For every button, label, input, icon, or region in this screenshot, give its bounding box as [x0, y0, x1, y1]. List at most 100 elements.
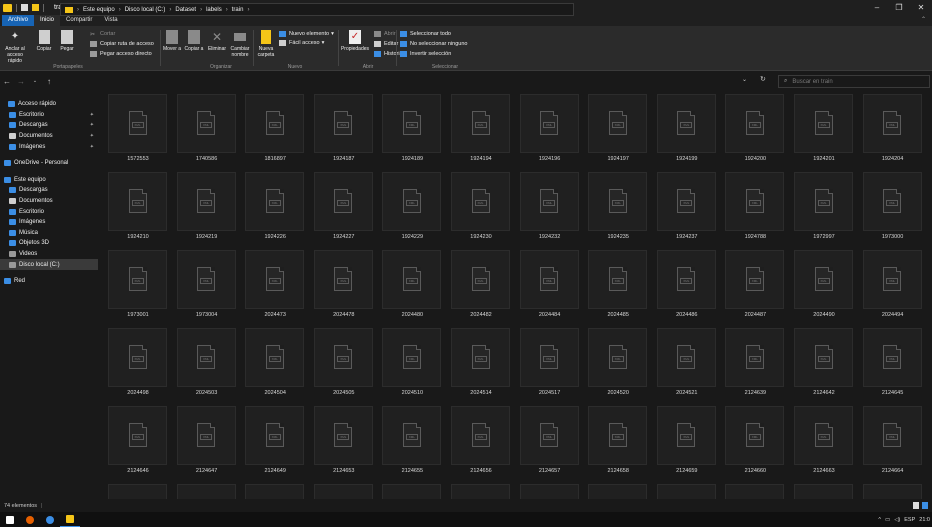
sidebar-item[interactable]: Imágenes — [0, 217, 98, 228]
file-item[interactable]: XML 2024490 — [789, 248, 853, 318]
rename-button[interactable]: Cambiar nombre — [228, 30, 252, 58]
file-item[interactable]: XML 2024504 — [240, 326, 305, 396]
network-icon[interactable]: ▭ — [885, 517, 890, 523]
file-item[interactable]: XML 1924232 — [515, 170, 579, 240]
file-item[interactable]: XML 2024494 — [858, 248, 922, 318]
sidebar-item[interactable]: Este equipo — [0, 175, 98, 186]
file-item[interactable]: XML 1924189 — [377, 92, 442, 162]
properties-icon[interactable] — [21, 4, 28, 11]
search-input[interactable]: ⌕ Buscar en train — [778, 75, 930, 88]
file-item[interactable]: XML 1924788 — [720, 170, 785, 240]
file-item[interactable]: XML 2024510 — [377, 326, 442, 396]
tab-archivo[interactable]: Archivo — [2, 15, 35, 26]
file-item[interactable]: XML 1924227 — [309, 170, 373, 240]
taskbar-firefox[interactable] — [20, 512, 40, 527]
file-item[interactable]: XML — [172, 482, 236, 499]
sidebar-item[interactable]: Descargas — [0, 185, 98, 196]
file-item[interactable]: XML 1972997 — [789, 170, 853, 240]
maximize-button[interactable]: ❐ — [888, 0, 910, 15]
file-item[interactable]: XML 1924204 — [858, 92, 922, 162]
file-item[interactable]: XML 2124656 — [446, 404, 510, 474]
file-item[interactable]: XML 1924237 — [652, 170, 716, 240]
copy-to-button[interactable]: Copiar a — [184, 30, 204, 52]
file-item[interactable]: XML 2124653 — [309, 404, 373, 474]
file-item[interactable]: XML — [103, 482, 167, 499]
breadcrumb-disco-local[interactable]: Disco local (C:) — [125, 7, 166, 13]
file-item[interactable]: XML 1924200 — [720, 92, 785, 162]
pin-icon[interactable]: ✦ — [90, 112, 94, 118]
pin-icon[interactable]: ✦ — [90, 144, 94, 150]
file-item[interactable]: XML 2124647 — [172, 404, 236, 474]
vertical-scrollbar[interactable] — [924, 92, 932, 499]
copy-path-button[interactable]: Copiar ruta de acceso — [90, 41, 154, 47]
file-item[interactable]: XML 2124655 — [377, 404, 442, 474]
recent-locations-button[interactable]: ⌄ — [28, 78, 42, 84]
file-item[interactable]: XML 2024505 — [309, 326, 373, 396]
taskbar-chrome[interactable] — [40, 512, 60, 527]
file-item[interactable]: XML 2024503 — [172, 326, 236, 396]
file-item[interactable]: XML 2024520 — [583, 326, 648, 396]
file-item[interactable]: XML — [240, 482, 305, 499]
file-item[interactable]: XML — [652, 482, 716, 499]
file-item[interactable]: XML 2124657 — [515, 404, 579, 474]
chevron-down-icon[interactable]: ⌄ — [742, 76, 747, 83]
sidebar-item[interactable]: Descargas ✦ — [0, 120, 98, 131]
file-item[interactable]: XML 1924210 — [103, 170, 167, 240]
file-item[interactable]: XML 1973001 — [103, 248, 167, 318]
file-item[interactable]: XML 1924201 — [789, 92, 853, 162]
file-item[interactable]: XML 1924235 — [583, 170, 648, 240]
file-item[interactable]: XML 1924194 — [446, 92, 510, 162]
volume-icon[interactable]: ◁) — [894, 517, 900, 523]
address-bar[interactable]: › Este equipo › Disco local (C:) › Datas… — [60, 3, 574, 16]
details-view-icon[interactable] — [913, 502, 919, 509]
file-item[interactable]: XML 2124645 — [858, 326, 922, 396]
file-item[interactable]: XML 2124642 — [789, 326, 853, 396]
select-all-button[interactable]: Seleccionar todo — [400, 31, 451, 37]
new-item-button[interactable]: Nuevo elemento ▾ — [279, 31, 334, 37]
breadcrumb-train[interactable]: train — [232, 7, 244, 13]
file-item[interactable]: XML 1816897 — [240, 92, 305, 162]
file-item[interactable]: XML 1924229 — [377, 170, 442, 240]
large-icons-view-icon[interactable] — [922, 502, 928, 509]
file-item[interactable]: XML — [789, 482, 853, 499]
sidebar-item[interactable]: Videos — [0, 249, 98, 260]
breadcrumb-este-equipo[interactable]: Este equipo — [83, 7, 115, 13]
file-item[interactable]: XML 2124646 — [103, 404, 167, 474]
sidebar-item[interactable]: Documentos — [0, 196, 98, 207]
move-to-button[interactable]: Mover a — [162, 30, 182, 52]
file-item[interactable]: XML 2024487 — [720, 248, 785, 318]
file-item[interactable]: XML 2024484 — [515, 248, 579, 318]
file-item[interactable]: XML 1973004 — [172, 248, 236, 318]
select-none-button[interactable]: No seleccionar ninguno — [400, 41, 467, 47]
easy-access-button[interactable]: Fácil acceso ▾ — [279, 40, 324, 46]
file-item[interactable]: XML 2124658 — [583, 404, 648, 474]
paste-button[interactable]: Pegar — [58, 30, 76, 52]
clock[interactable]: 21:0 — [919, 517, 930, 523]
file-item[interactable]: XML 2124639 — [720, 326, 785, 396]
taskbar-explorer[interactable] — [60, 512, 80, 527]
paste-shortcut-button[interactable]: Pegar acceso directo — [90, 51, 152, 57]
sidebar-item[interactable]: Acceso rápido — [0, 99, 98, 110]
sidebar-item[interactable]: OneDrive - Personal — [0, 158, 98, 169]
new-folder-icon[interactable] — [32, 4, 39, 11]
sidebar-item[interactable]: Escritorio ✦ — [0, 110, 98, 121]
file-item[interactable]: XML 1924196 — [515, 92, 579, 162]
file-item[interactable]: XML 2024517 — [515, 326, 579, 396]
file-item[interactable]: XML 1924219 — [172, 170, 236, 240]
properties-button[interactable]: ✓ Propiedades — [340, 30, 370, 52]
file-item[interactable]: XML — [858, 482, 922, 499]
file-item[interactable]: XML 1924199 — [652, 92, 716, 162]
sidebar-item[interactable]: Escritorio — [0, 206, 98, 217]
file-item[interactable]: XML 2124660 — [720, 404, 785, 474]
refresh-icon[interactable]: ↻ — [760, 75, 766, 83]
tab-inicio[interactable]: Inicio — [34, 15, 61, 26]
sidebar-item[interactable]: Documentos ✦ — [0, 131, 98, 142]
file-item[interactable]: XML — [583, 482, 648, 499]
chevron-up-icon[interactable]: ⌃ — [921, 16, 926, 23]
edit-button[interactable]: Editar — [374, 41, 398, 47]
sidebar-item[interactable]: Objetos 3D — [0, 238, 98, 249]
invert-selection-button[interactable]: Invertir selección — [400, 51, 451, 57]
sidebar-item[interactable]: Red — [0, 276, 98, 287]
open-button[interactable]: Abrir — [374, 31, 396, 37]
breadcrumb-dataset[interactable]: Dataset — [175, 7, 196, 13]
